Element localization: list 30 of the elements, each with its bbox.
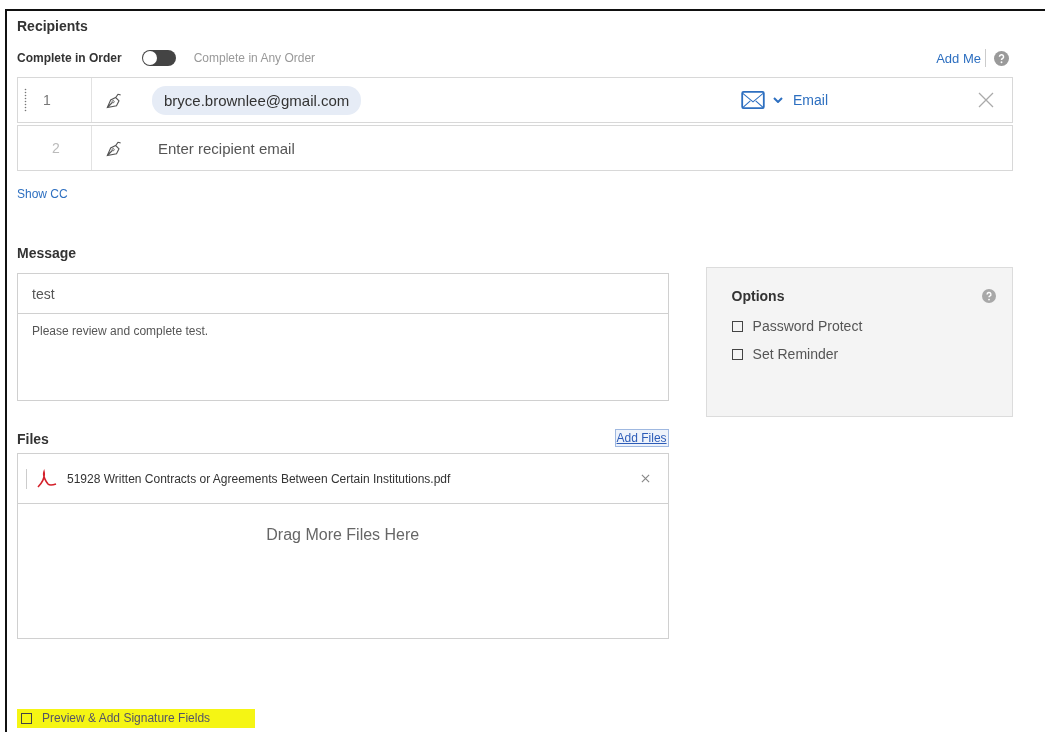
recipient-email-chip[interactable]: bryce.brownlee@gmail.com [152, 85, 362, 115]
help-icon[interactable] [994, 50, 1009, 66]
section-title: Recipients [17, 18, 89, 34]
drag-handle-icon[interactable] [24, 88, 27, 112]
checkbox[interactable] [21, 712, 32, 724]
close-icon[interactable] [640, 474, 650, 483]
envelope-icon[interactable] [741, 91, 765, 109]
options-title: Options [731, 288, 785, 304]
file-name: 51928 Written Contracts or Agreements Between Certain Institutions.pdf [67, 471, 451, 486]
delivery-method[interactable]: Email [793, 92, 828, 108]
option-label: Set Reminder [752, 346, 839, 362]
recipient-number: 2 [52, 140, 60, 156]
preview-label: Preview & Add Signature Fields [42, 711, 211, 725]
recipient-number: 1 [43, 92, 51, 108]
subject-field[interactable]: test [17, 273, 669, 314]
file-drop-area[interactable]: Drag More Files Here [18, 504, 668, 638]
add-files-link[interactable]: Add Files [614, 429, 669, 447]
add-me-link[interactable]: Add Me [936, 50, 981, 66]
caret-icon[interactable] [773, 97, 783, 103]
message-title: Message [17, 245, 78, 261]
checkbox[interactable] [731, 320, 743, 332]
option-label: Password Protect [752, 318, 863, 334]
files-title: Files [17, 431, 49, 447]
order-toggle[interactable] [141, 50, 176, 66]
message-field[interactable]: Please review and complete test. [17, 314, 669, 401]
toggle-label: Complete in Any Order [193, 51, 316, 65]
show-cc-link[interactable]: Show CC [17, 187, 1013, 201]
pdf-icon [35, 468, 59, 489]
toggle-label: Complete in Order [17, 51, 122, 65]
checkbox[interactable] [731, 348, 743, 360]
